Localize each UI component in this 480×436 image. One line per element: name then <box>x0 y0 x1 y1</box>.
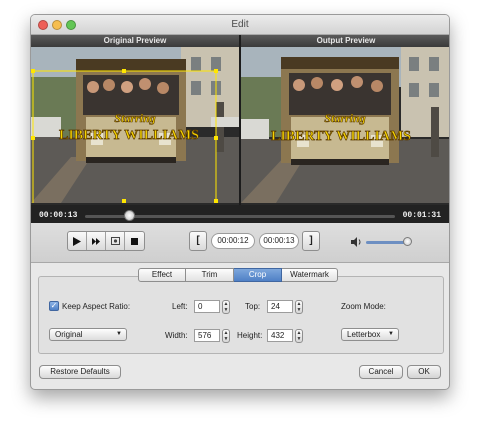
original-preview-header: Original Preview <box>31 35 239 47</box>
snapshot-icon <box>110 237 120 245</box>
tab-watermark[interactable]: Watermark <box>282 268 338 282</box>
left-stepper[interactable]: ▲ ▼ <box>222 300 230 314</box>
original-scene: Starring LIBERTY WILLIAMS <box>31 47 239 203</box>
play-icon <box>73 236 81 246</box>
chevron-down-icon: ▼ <box>388 331 394 337</box>
transport-group <box>67 231 145 251</box>
total-time: 00:01:31 <box>402 211 441 220</box>
play-button[interactable] <box>68 232 87 250</box>
end-time-field[interactable]: 00:00:13 <box>259 233 299 249</box>
width-label: Width: <box>165 331 188 340</box>
output-caption-name: LIBERTY WILLIAMS <box>271 129 411 144</box>
keep-aspect-checkbox[interactable]: ✓ <box>49 301 59 311</box>
editor-tabs: Effect Trim Crop Watermark <box>138 268 338 282</box>
caption-starring: Starring <box>114 111 155 125</box>
original-preview-image: Starring LIBERTY WILLIAMS <box>31 47 239 203</box>
top-stepper[interactable]: ▲ ▼ <box>295 300 303 314</box>
speaker-icon <box>351 237 361 247</box>
window-title: Edit <box>231 19 249 30</box>
zoom-mode-popup[interactable]: Letterbox ▼ <box>341 328 399 341</box>
height-field[interactable]: 432 <box>267 329 293 342</box>
preview-area: Original Preview Output Preview Starring… <box>31 35 449 243</box>
start-time-field[interactable]: 00:00:12 <box>211 233 255 249</box>
next-frame-button[interactable] <box>87 232 106 250</box>
crop-handle[interactable] <box>214 69 218 73</box>
crop-handle[interactable] <box>122 199 126 203</box>
width-stepper[interactable]: ▲ ▼ <box>222 329 230 343</box>
chevron-down-icon: ▼ <box>116 331 122 337</box>
crop-panel: ✓ Keep Aspect Ratio: Left: 0 ▲ ▼ Top: 24 … <box>38 276 444 354</box>
stop-button[interactable] <box>125 232 144 250</box>
crop-handle[interactable] <box>31 136 35 140</box>
tab-effect[interactable]: Effect <box>138 268 186 282</box>
output-preview-header: Output Preview <box>241 35 449 47</box>
stop-icon <box>131 237 138 245</box>
aspect-ratio-value: Original <box>55 330 83 339</box>
tab-trim[interactable]: Trim <box>186 268 234 282</box>
height-label: Height: <box>237 331 263 340</box>
set-start-button[interactable]: [ <box>189 231 207 251</box>
keep-aspect-label: Keep Aspect Ratio: <box>62 302 131 311</box>
playhead-knob[interactable] <box>124 210 135 221</box>
crop-handle[interactable] <box>214 199 218 203</box>
title-bar: Edit <box>31 15 449 35</box>
output-scene: Starring LIBERTY WILLIAMS <box>241 47 449 203</box>
zoom-mode-label: Zoom Mode: <box>341 302 386 311</box>
crop-handle[interactable] <box>122 69 126 73</box>
top-field[interactable]: 24 <box>267 300 293 313</box>
crop-handle[interactable] <box>214 136 218 140</box>
ok-button[interactable]: OK <box>407 365 441 379</box>
top-label: Top: <box>245 302 261 311</box>
output-preview-image: Starring LIBERTY WILLIAMS <box>241 47 449 203</box>
volume-slider[interactable] <box>366 241 408 244</box>
aspect-ratio-popup[interactable]: Original ▼ <box>49 328 127 341</box>
current-time: 00:00:13 <box>39 211 78 220</box>
edit-window: Edit Original Preview Output Preview Sta… <box>30 14 450 390</box>
zoom-mode-value: Letterbox <box>347 330 381 339</box>
playback-controls: [ 00:00:12 00:00:13 ] <box>31 223 449 263</box>
crop-handle[interactable] <box>31 69 35 73</box>
restore-defaults-button[interactable]: Restore Defaults <box>39 365 121 379</box>
cancel-button[interactable]: Cancel <box>359 365 403 379</box>
fast-forward-icon <box>91 237 100 245</box>
caption-name: LIBERTY WILLIAMS <box>59 128 199 143</box>
set-end-button[interactable]: ] <box>302 231 320 251</box>
output-caption-starring: Starring <box>324 111 365 125</box>
tab-crop[interactable]: Crop <box>234 268 282 282</box>
volume-knob[interactable] <box>403 237 412 246</box>
height-stepper[interactable]: ▲ ▼ <box>295 329 303 343</box>
width-field[interactable]: 576 <box>194 329 220 342</box>
left-label: Left: <box>172 302 188 311</box>
snapshot-button[interactable] <box>106 232 125 250</box>
left-field[interactable]: 0 <box>194 300 220 313</box>
